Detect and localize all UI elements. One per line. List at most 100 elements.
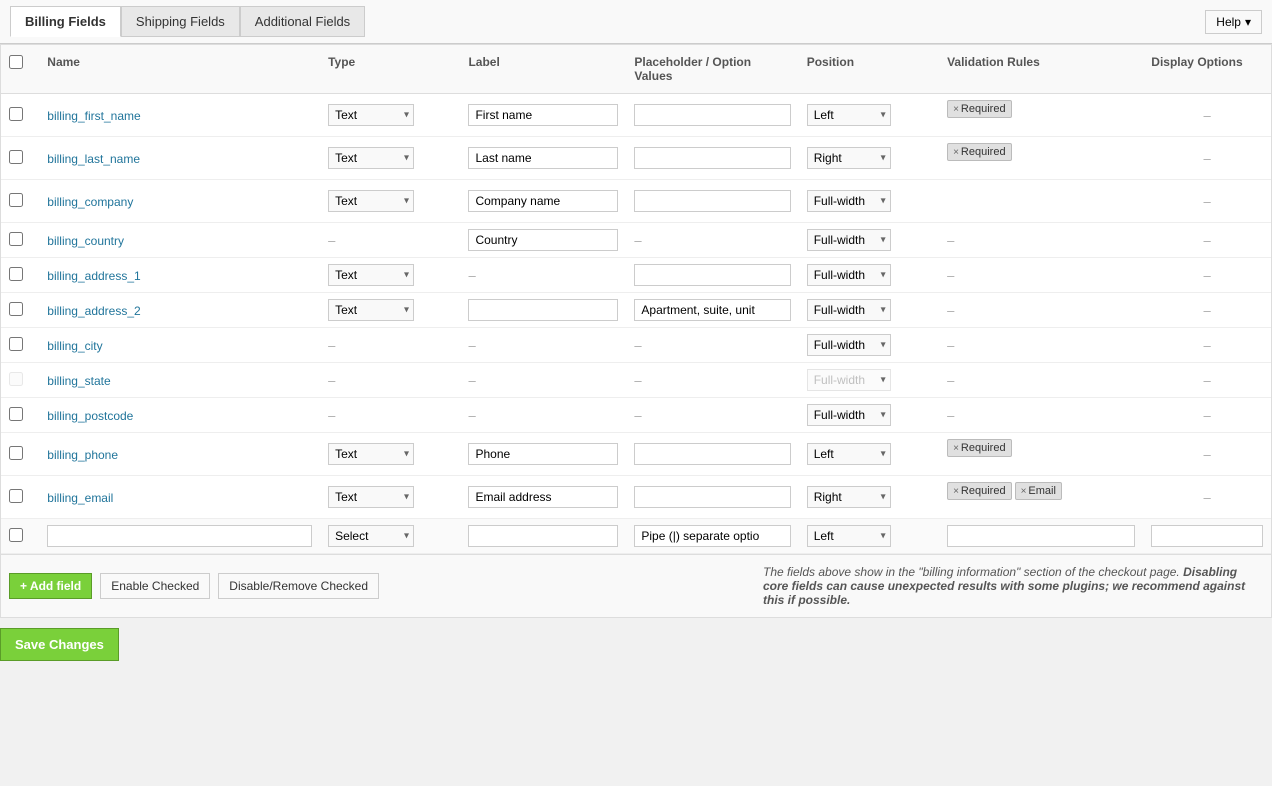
field-name-link[interactable]: billing_country: [47, 234, 124, 248]
position-select[interactable]: LeftRightFull-width: [807, 486, 891, 508]
type-select[interactable]: TextSelectTextareaCheckboxRadioHiddenPas…: [328, 147, 414, 169]
placeholder-input[interactable]: [634, 264, 790, 286]
select-all-checkbox[interactable]: [9, 55, 23, 69]
disable-remove-button[interactable]: Disable/Remove Checked: [218, 573, 379, 599]
col-header-validation: Validation Rules: [939, 45, 1143, 94]
position-select[interactable]: LeftRightFull-width: [807, 104, 891, 126]
validation-tag[interactable]: × Required: [947, 482, 1011, 500]
row-check-cell: [1, 137, 39, 180]
tab-billing[interactable]: Billing Fields: [10, 6, 121, 37]
field-name-link[interactable]: billing_state: [47, 374, 110, 388]
field-name-link[interactable]: billing_address_1: [47, 269, 140, 283]
tag-remove-icon[interactable]: ×: [953, 486, 959, 497]
position-select[interactable]: LeftRightFull-width: [807, 190, 891, 212]
save-bar: Save Changes: [0, 618, 1272, 671]
row-checkbox[interactable]: [9, 372, 23, 386]
new-validation-input[interactable]: [947, 525, 1135, 547]
position-select[interactable]: LeftRightFull-width: [807, 404, 891, 426]
tab-shipping[interactable]: Shipping Fields: [121, 6, 240, 37]
new-field-name-input[interactable]: [47, 525, 312, 547]
placeholder-input[interactable]: [634, 299, 790, 321]
row-placeholder-cell: [626, 476, 798, 519]
row-checkbox[interactable]: [9, 302, 23, 316]
row-check-cell: [1, 398, 39, 433]
type-select[interactable]: TextSelectTextareaCheckboxRadioHiddenPas…: [328, 264, 414, 286]
placeholder-input[interactable]: [634, 190, 790, 212]
field-name-link[interactable]: billing_phone: [47, 448, 118, 462]
enable-checked-button[interactable]: Enable Checked: [100, 573, 210, 599]
save-changes-button[interactable]: Save Changes: [0, 628, 119, 661]
row-checkbox[interactable]: [9, 193, 23, 207]
position-select[interactable]: LeftRightFull-width: [807, 299, 891, 321]
position-select[interactable]: LeftRightFull-width: [807, 264, 891, 286]
type-select[interactable]: TextSelectTextareaCheckboxRadioHiddenPas…: [328, 299, 414, 321]
tag-remove-icon[interactable]: ×: [1021, 486, 1027, 497]
row-display-cell: –: [1143, 137, 1271, 180]
add-field-button[interactable]: + Add field: [9, 573, 92, 599]
label-input[interactable]: [468, 190, 618, 212]
label-input[interactable]: [468, 229, 618, 251]
row-checkbox[interactable]: [9, 337, 23, 351]
tag-remove-icon[interactable]: ×: [953, 443, 959, 454]
field-name-link[interactable]: billing_address_2: [47, 304, 140, 318]
position-select[interactable]: LeftRightFull-width: [807, 147, 891, 169]
new-type-select[interactable]: TextSelectTextareaCheckboxRadioHiddenPas…: [328, 525, 414, 547]
label-input[interactable]: [468, 443, 618, 465]
type-select-wrap: TextSelectTextareaCheckboxRadioHiddenPas…: [328, 190, 414, 212]
row-placeholder-cell: –: [626, 398, 798, 433]
position-select[interactable]: LeftRightFull-width: [807, 369, 891, 391]
type-select[interactable]: TextSelectTextareaCheckboxRadioHiddenPas…: [328, 190, 414, 212]
position-select[interactable]: LeftRightFull-width: [807, 334, 891, 356]
label-input[interactable]: [468, 486, 618, 508]
placeholder-input[interactable]: [634, 147, 790, 169]
display-dash: –: [1204, 108, 1211, 123]
placeholder-input[interactable]: [634, 443, 790, 465]
validation-tag[interactable]: × Required: [947, 439, 1011, 457]
new-label-input[interactable]: [468, 525, 618, 547]
type-select[interactable]: TextSelectTextareaCheckboxRadioHiddenPas…: [328, 486, 414, 508]
field-name-link[interactable]: billing_last_name: [47, 152, 140, 166]
validation-tag[interactable]: × Required: [947, 143, 1011, 161]
placeholder-input[interactable]: [634, 104, 790, 126]
row-type-cell: TextSelectTextareaCheckboxRadioHiddenPas…: [320, 137, 460, 180]
row-checkbox[interactable]: [9, 107, 23, 121]
row-checkbox[interactable]: [9, 446, 23, 460]
row-checkbox[interactable]: [9, 407, 23, 421]
new-row-checkbox[interactable]: [9, 528, 23, 542]
new-placeholder-input[interactable]: [634, 525, 790, 547]
row-check-cell: [1, 293, 39, 328]
new-display-input[interactable]: [1151, 525, 1263, 547]
help-button[interactable]: Help ▾: [1205, 10, 1262, 34]
row-checkbox[interactable]: [9, 489, 23, 503]
row-checkbox[interactable]: [9, 267, 23, 281]
validation-tag[interactable]: × Email: [1015, 482, 1062, 500]
tab-additional[interactable]: Additional Fields: [240, 6, 365, 37]
field-name-link[interactable]: billing_email: [47, 491, 113, 505]
type-select[interactable]: TextSelectTextareaCheckboxRadioHiddenPas…: [328, 443, 414, 465]
row-checkbox[interactable]: [9, 150, 23, 164]
row-checkbox[interactable]: [9, 232, 23, 246]
field-name-link[interactable]: billing_city: [47, 339, 102, 353]
field-name-link[interactable]: billing_first_name: [47, 109, 140, 123]
validation-tag[interactable]: × Required: [947, 100, 1011, 118]
col-header-label: Label: [460, 45, 626, 94]
tag-remove-icon[interactable]: ×: [953, 104, 959, 115]
placeholder-dash: –: [634, 373, 641, 388]
new-position-select[interactable]: LeftRightFull-width: [807, 525, 891, 547]
display-dash: –: [1204, 233, 1211, 248]
tag-remove-icon[interactable]: ×: [953, 147, 959, 158]
position-select[interactable]: LeftRightFull-width: [807, 229, 891, 251]
validation-dash: –: [947, 373, 954, 388]
position-select[interactable]: LeftRightFull-width: [807, 443, 891, 465]
type-select-wrap: TextSelectTextareaCheckboxRadioHiddenPas…: [328, 299, 414, 321]
type-select[interactable]: TextSelectTextareaCheckboxRadioHiddenPas…: [328, 104, 414, 126]
label-input[interactable]: [468, 104, 618, 126]
label-dash: –: [468, 268, 475, 283]
label-input[interactable]: [468, 299, 618, 321]
validation-dash: –: [947, 268, 954, 283]
field-name-link[interactable]: billing_postcode: [47, 409, 133, 423]
type-select-wrap: TextSelectTextareaCheckboxRadioHiddenPas…: [328, 104, 414, 126]
placeholder-input[interactable]: [634, 486, 790, 508]
field-name-link[interactable]: billing_company: [47, 195, 133, 209]
label-input[interactable]: [468, 147, 618, 169]
